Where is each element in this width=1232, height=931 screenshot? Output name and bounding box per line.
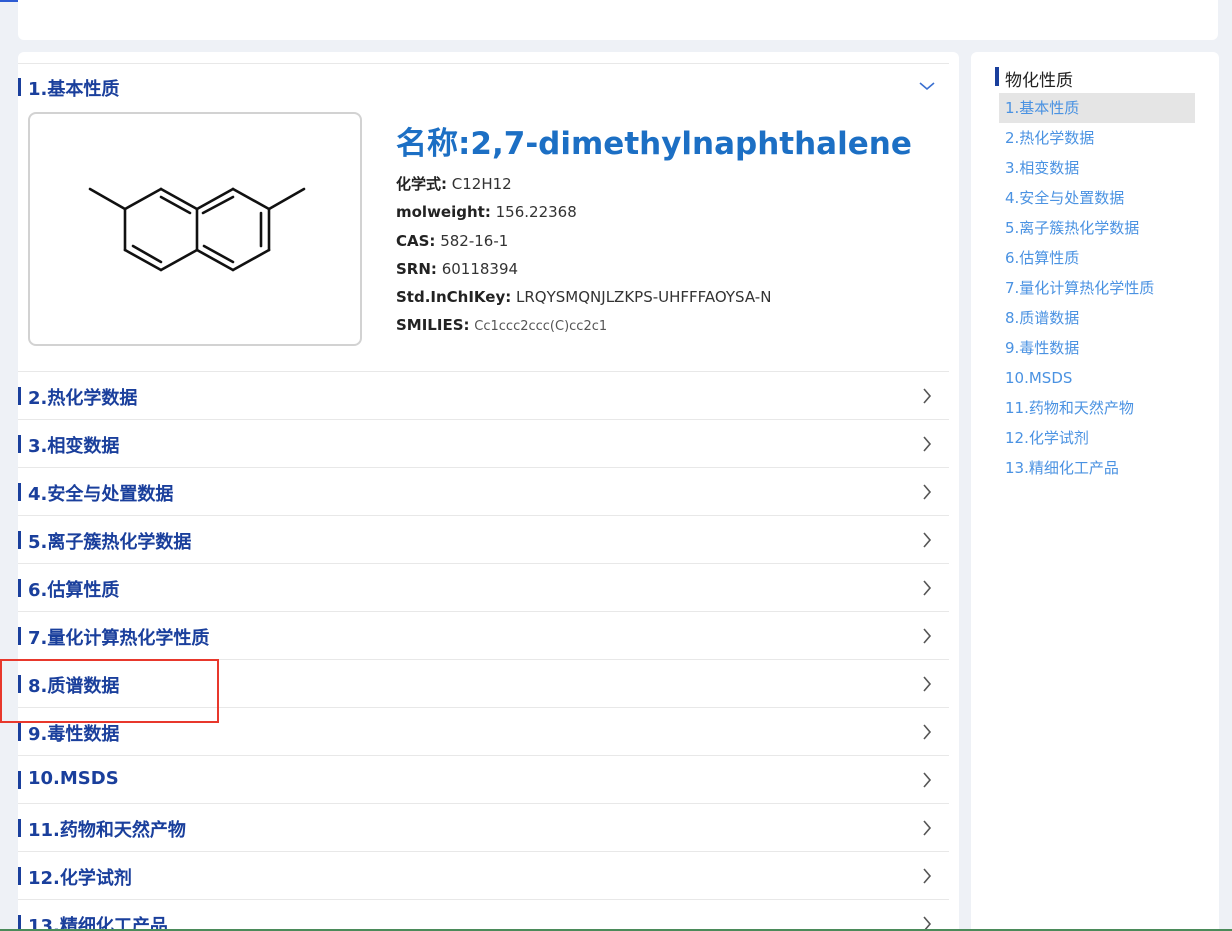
toc-item-reagents[interactable]: 12.化学试剂 bbox=[999, 423, 1195, 453]
section-bar bbox=[18, 387, 21, 405]
section-title: 5.离子簇热化学数据 bbox=[28, 532, 192, 553]
property-inchikey: Std.InChIKey: LRQYSMQNJLZKPS-UHFFFAOYSA-… bbox=[396, 287, 771, 315]
toc-list: 1.基本性质 2.热化学数据 3.相变数据 4.安全与处置数据 5.离子簇热化学… bbox=[999, 93, 1195, 483]
chevron-down-icon[interactable] bbox=[917, 76, 937, 96]
toc-item-basic[interactable]: 1.基本性质 bbox=[999, 93, 1195, 123]
toc-item-thermochemistry[interactable]: 2.热化学数据 bbox=[999, 123, 1195, 153]
section-title: 8.质谱数据 bbox=[28, 676, 120, 697]
section-header-fine-chemicals[interactable]: 13.精细化工产品 bbox=[18, 900, 949, 931]
section-bar bbox=[18, 435, 21, 453]
section-header-basic[interactable]: 1.基本性质 bbox=[18, 64, 949, 110]
section-title: 3.相变数据 bbox=[28, 436, 120, 457]
property-value: LRQYSMQNJLZKPS-UHFFFAOYSA-N bbox=[516, 288, 772, 307]
molecule-structure-icon bbox=[88, 187, 306, 272]
section-bar bbox=[18, 675, 21, 693]
section-title: 7.量化计算热化学性质 bbox=[28, 628, 210, 649]
section-bar bbox=[18, 78, 21, 96]
toc-item-quantum[interactable]: 7.量化计算热化学性质 bbox=[999, 273, 1195, 303]
chevron-right-icon[interactable] bbox=[917, 386, 937, 406]
property-list: 化学式: C12H12 molweight: 156.22368 CAS: 58… bbox=[396, 174, 771, 344]
section-title: 10.MSDS bbox=[28, 768, 119, 789]
top-accent bbox=[0, 0, 18, 2]
property-smiles: SMILIES: Cc1ccc2ccc(C)cc2c1 bbox=[396, 315, 771, 343]
property-srn: SRN: 60118394 bbox=[396, 259, 771, 287]
property-value: 582-16-1 bbox=[440, 231, 509, 250]
section-header-toxicity[interactable]: 9.毒性数据 bbox=[18, 708, 949, 756]
toc-item-drugs[interactable]: 11.药物和天然产物 bbox=[999, 393, 1195, 423]
property-key: 化学式: bbox=[396, 175, 447, 193]
section-title: 2.热化学数据 bbox=[28, 388, 138, 409]
section-bar bbox=[18, 723, 21, 741]
sections-list: 1.基本性质 名称:2,7-dimethylnaphthalene 化学式: C… bbox=[18, 63, 949, 931]
toc-item-safety[interactable]: 4.安全与处置数据 bbox=[999, 183, 1195, 213]
section-header-msds[interactable]: 10.MSDS bbox=[18, 756, 949, 804]
section-title: 1.基本性质 bbox=[28, 79, 120, 100]
chevron-right-icon[interactable] bbox=[917, 770, 937, 790]
section-header-ion-cluster[interactable]: 5.离子簇热化学数据 bbox=[18, 516, 949, 564]
toc-item-estimated[interactable]: 6.估算性质 bbox=[999, 243, 1195, 273]
main-content-panel: 1.基本性质 名称:2,7-dimethylnaphthalene 化学式: C… bbox=[18, 52, 959, 931]
section-bar bbox=[18, 819, 21, 837]
top-panel bbox=[18, 0, 1218, 40]
chevron-right-icon[interactable] bbox=[917, 722, 937, 742]
chevron-right-icon[interactable] bbox=[917, 818, 937, 838]
property-key: SMILIES: bbox=[396, 316, 470, 335]
section-header-thermochemistry[interactable]: 2.热化学数据 bbox=[18, 372, 949, 420]
toc-heading: 物化性质 bbox=[1005, 71, 1073, 91]
section-title: 11.药物和天然产物 bbox=[28, 820, 186, 841]
property-cas: CAS: 582-16-1 bbox=[396, 231, 771, 259]
property-molweight: molweight: 156.22368 bbox=[396, 202, 771, 230]
section-title: 12.化学试剂 bbox=[28, 868, 132, 889]
structure-image bbox=[28, 112, 362, 346]
toc-item-msds[interactable]: 10.MSDS bbox=[999, 363, 1195, 393]
section-header-phase-change[interactable]: 3.相变数据 bbox=[18, 420, 949, 468]
section-title: 9.毒性数据 bbox=[28, 724, 120, 745]
chevron-right-icon[interactable] bbox=[917, 530, 937, 550]
compound-name: 名称:2,7-dimethylnaphthalene bbox=[396, 126, 912, 162]
property-value: Cc1ccc2ccc(C)cc2c1 bbox=[474, 319, 608, 335]
toc-item-ion-cluster[interactable]: 5.离子簇热化学数据 bbox=[999, 213, 1195, 243]
property-key: molweight: bbox=[396, 203, 491, 222]
section-header-quantum[interactable]: 7.量化计算热化学性质 bbox=[18, 612, 949, 660]
toc-item-phase-change[interactable]: 3.相变数据 bbox=[999, 153, 1195, 183]
chevron-right-icon[interactable] bbox=[917, 434, 937, 454]
toc-sidebar: 物化性质 1.基本性质 2.热化学数据 3.相变数据 4.安全与处置数据 5.离… bbox=[971, 52, 1219, 931]
toc-item-toxicity[interactable]: 9.毒性数据 bbox=[999, 333, 1195, 363]
section-bar bbox=[18, 483, 21, 501]
section-bar bbox=[18, 771, 21, 789]
chevron-right-icon[interactable] bbox=[917, 674, 937, 694]
section-title: 4.安全与处置数据 bbox=[28, 484, 174, 505]
toc-item-mass-spec[interactable]: 8.质谱数据 bbox=[999, 303, 1195, 333]
section-header-reagents[interactable]: 12.化学试剂 bbox=[18, 852, 949, 900]
section-bar bbox=[18, 867, 21, 885]
toc-heading-bar bbox=[995, 67, 999, 86]
section-header-drugs[interactable]: 11.药物和天然产物 bbox=[18, 804, 949, 852]
property-formula: 化学式: C12H12 bbox=[396, 174, 771, 202]
property-value: 60118394 bbox=[441, 259, 519, 278]
section-bar bbox=[18, 627, 21, 645]
property-key: CAS: bbox=[396, 231, 436, 250]
chevron-right-icon[interactable] bbox=[917, 578, 937, 598]
section-title: 6.估算性质 bbox=[28, 580, 120, 601]
section-header-estimated[interactable]: 6.估算性质 bbox=[18, 564, 949, 612]
chevron-right-icon[interactable] bbox=[917, 866, 937, 886]
toc-item-fine-chemicals[interactable]: 13.精细化工产品 bbox=[999, 453, 1195, 483]
section-bar bbox=[18, 579, 21, 597]
chevron-right-icon[interactable] bbox=[917, 482, 937, 502]
property-key: SRN: bbox=[396, 259, 437, 278]
property-value: 156.22368 bbox=[495, 203, 577, 222]
section-header-mass-spec[interactable]: 8.质谱数据 bbox=[18, 660, 949, 708]
chevron-right-icon[interactable] bbox=[917, 626, 937, 646]
property-key: Std.InChIKey: bbox=[396, 288, 512, 307]
section-header-safety[interactable]: 4.安全与处置数据 bbox=[18, 468, 949, 516]
property-value: C12H12 bbox=[451, 175, 512, 193]
basic-properties-panel: 名称:2,7-dimethylnaphthalene 化学式: C12H12 m… bbox=[18, 110, 949, 372]
section-bar bbox=[18, 531, 21, 549]
